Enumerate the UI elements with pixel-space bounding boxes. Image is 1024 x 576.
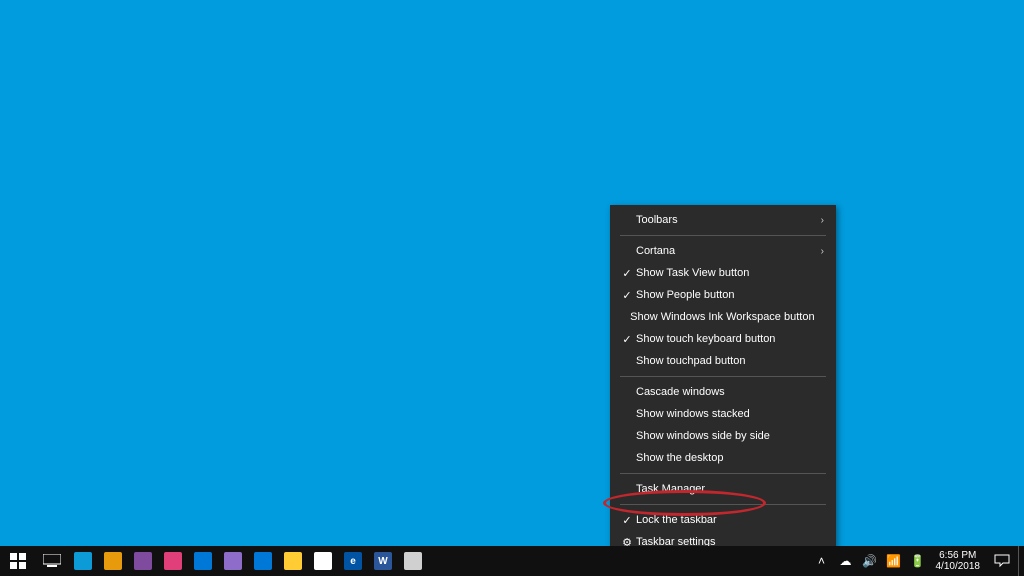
clock-time: 6:56 PM [939,550,976,561]
start-button[interactable] [0,546,36,576]
app-store-icon [254,552,272,570]
taskbar-pinned-edge[interactable]: e [338,546,368,576]
menu-item-show-windows-stacked[interactable]: Show windows stacked [610,403,836,425]
app-generic-4-icon [404,552,422,570]
chevron-right-icon: › [810,215,824,226]
menu-item-show-people-button[interactable]: ✓Show People button [610,284,836,306]
app-maps-icon [164,552,182,570]
taskbar-pinned-app-generic-4[interactable] [398,546,428,576]
task-view-icon [43,554,61,568]
task-view-button[interactable] [36,546,68,576]
taskbar: eW ˄☁🔊📶🔋 6:56 PM 4/10/2018 [0,546,1024,576]
menu-item-show-windows-ink-workspace-button[interactable]: Show Windows Ink Workspace button [610,306,836,328]
word-icon: W [374,552,392,570]
check-icon: ✓ [618,289,636,302]
clock[interactable]: 6:56 PM 4/10/2018 [930,546,987,576]
check-icon: ✓ [618,333,636,346]
menu-item-show-the-desktop[interactable]: Show the desktop [610,447,836,469]
menu-item-cascade-windows[interactable]: Cascade windows [610,381,836,403]
tray-onedrive-icon[interactable]: ☁ [834,546,858,576]
menu-item-label: Show windows stacked [636,408,810,420]
taskbar-pinned-app-paint[interactable] [128,546,158,576]
system-tray: ˄☁🔊📶🔋 [810,546,930,576]
menu-item-show-touchpad-button[interactable]: Show touchpad button [610,350,836,372]
menu-item-lock-the-taskbar[interactable]: ✓Lock the taskbar [610,509,836,531]
menu-item-label: Cortana [636,245,810,257]
app-generic-2-icon [104,552,122,570]
taskbar-pinned-file-explorer[interactable] [278,546,308,576]
edge-icon: e [344,552,362,570]
chrome-icon [314,552,332,570]
tray-chevron-icon[interactable]: ˄ [810,546,834,576]
taskbar-context-menu: Toolbars›Cortana›✓Show Task View button✓… [610,205,836,557]
dropbox-icon [434,552,452,570]
menu-separator [620,473,826,474]
app-notes-icon [224,552,242,570]
taskbar-pinned-dropbox[interactable] [428,546,458,576]
menu-item-label: Show windows side by side [636,430,810,442]
app-paint-icon [134,552,152,570]
taskbar-pinned-app-generic-1[interactable] [68,546,98,576]
menu-item-label: Toolbars [636,214,810,226]
menu-item-label: Show the desktop [636,452,810,464]
menu-item-label: Task Manager [636,483,810,495]
menu-separator [620,376,826,377]
tray-volume-icon[interactable]: 🔊 [858,546,882,576]
menu-item-show-task-view-button[interactable]: ✓Show Task View button [610,262,836,284]
taskbar-pinned-app-generic-2[interactable] [98,546,128,576]
menu-item-label: Show People button [636,289,810,301]
menu-item-label: Cascade windows [636,386,810,398]
app-generic-1-icon [74,552,92,570]
tray-network-icon[interactable]: 📶 [882,546,906,576]
tray-battery-icon[interactable]: 🔋 [906,546,930,576]
taskbar-pinned-app-store[interactable] [248,546,278,576]
menu-separator [620,235,826,236]
taskbar-pinned-app-generic-3[interactable] [188,546,218,576]
menu-separator [620,504,826,505]
check-icon: ✓ [618,514,636,527]
windows-logo-icon [10,553,26,569]
action-center-icon [994,554,1010,568]
show-desktop-button[interactable] [1018,546,1024,576]
taskbar-pinned-word[interactable]: W [368,546,398,576]
taskbar-pinned-app-notes[interactable] [218,546,248,576]
menu-item-task-manager[interactable]: Task Manager [610,478,836,500]
taskbar-pinned-chrome[interactable] [308,546,338,576]
check-icon: ✓ [618,267,636,280]
action-center-button[interactable] [986,546,1018,576]
menu-item-toolbars[interactable]: Toolbars› [610,209,836,231]
menu-item-label: Show Task View button [636,267,810,279]
menu-item-cortana[interactable]: Cortana› [610,240,836,262]
clock-date: 4/10/2018 [936,561,981,572]
menu-item-label: Show Windows Ink Workspace button [630,311,814,323]
menu-item-label: Show touchpad button [636,355,810,367]
file-explorer-icon [284,552,302,570]
chevron-right-icon: › [810,246,824,257]
menu-item-show-windows-side-by-side[interactable]: Show windows side by side [610,425,836,447]
taskbar-pinned-app-maps[interactable] [158,546,188,576]
menu-item-label: Show touch keyboard button [636,333,810,345]
menu-item-show-touch-keyboard-button[interactable]: ✓Show touch keyboard button [610,328,836,350]
menu-item-label: Lock the taskbar [636,514,810,526]
app-generic-3-icon [194,552,212,570]
